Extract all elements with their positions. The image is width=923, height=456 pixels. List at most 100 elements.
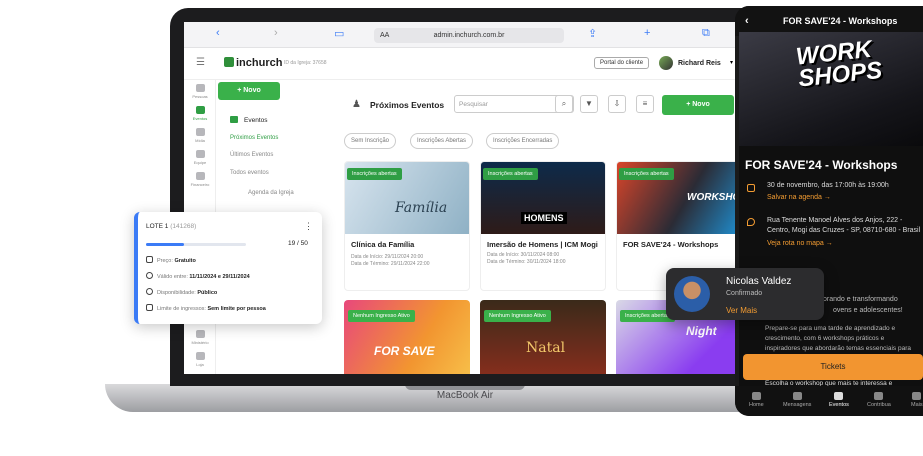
description-line: inspiradores que abordarão temas essenci… [765, 345, 911, 352]
event-thumbnail: Inscrições abertas HOMENS [481, 162, 605, 234]
thumb-text: Natal [526, 340, 566, 356]
batch-progress-bar [146, 243, 246, 246]
see-more-link[interactable]: Ver Mais [726, 306, 757, 315]
home-icon [751, 392, 761, 400]
browser-toolbar: ‹ › ▭ AA admin.inchurch.com.br ⇪ + ⧉ [184, 22, 756, 48]
tab-events[interactable]: Eventos [829, 392, 849, 408]
attendee-popup: Nicolas Valdez Confirmado Ver Mais [666, 268, 824, 320]
download-icon[interactable]: ⇩ [608, 95, 626, 113]
avatar[interactable] [659, 56, 673, 70]
rail-financeiro[interactable]: Financeiro [184, 172, 216, 187]
main-new-button[interactable]: + Novo [662, 95, 734, 115]
rail-equipe[interactable]: Equipe [184, 150, 216, 165]
tab-contribua[interactable]: Contribua [867, 392, 891, 408]
back-icon[interactable]: ‹ [216, 27, 220, 39]
avatar [674, 276, 710, 312]
start-date: Data de Início: 29/11/2024 20:00 [351, 254, 424, 260]
thumb-text: Night [686, 324, 717, 338]
book-icon[interactable]: ▭ [334, 27, 344, 40]
event-card[interactable]: Inscrições abertas Família Clínica da Fa… [344, 161, 470, 291]
tickets-button[interactable]: Tickets [743, 354, 923, 380]
address-bar[interactable]: AA admin.inchurch.com.br [374, 28, 564, 43]
ticket-batch-card: LOTE 1 (141268) ⋮ 19 / 50 Preço: Gratuit… [134, 212, 322, 324]
team-icon [195, 150, 205, 158]
thumb-text: FOR SAVE [374, 344, 435, 358]
tabs-icon[interactable]: ⧉ [702, 27, 710, 40]
inchurch-logo: inchurch [224, 57, 282, 69]
event-banner: WORK SHOPS [739, 32, 923, 146]
event-date: 30 de novembro, das 17:00h às 19:00h [767, 182, 889, 189]
thumb-text: Família [395, 200, 448, 216]
tab-home[interactable]: Home [749, 392, 764, 408]
menu-eventos[interactable]: Eventos [230, 116, 268, 124]
location-icon [747, 218, 755, 226]
list-icon[interactable]: ≡ [636, 95, 654, 113]
hamburger-icon[interactable]: ☰ [196, 57, 205, 68]
chip-inscricoes-encerradas[interactable]: Inscrições Encerradas [486, 133, 560, 149]
laptop-model-label: MacBook Air [436, 390, 494, 401]
store-icon [195, 352, 205, 360]
rail-eventos[interactable]: Eventos [184, 106, 216, 121]
batch-count: 19 / 50 [288, 240, 308, 247]
menu-proximos[interactable]: Próximos Eventos [230, 135, 278, 141]
start-date: Data de Início: 30/11/2024 08:00 [487, 252, 560, 258]
filter-icon[interactable]: ▼ [580, 95, 598, 113]
rail-midia[interactable]: Mídia [184, 128, 216, 143]
church-id: ID da Igreja: 37658 [284, 60, 327, 66]
calendar-icon [747, 184, 755, 192]
more-icon[interactable]: ⋮ [304, 221, 313, 232]
chevron-down-icon[interactable]: ▾ [730, 59, 733, 66]
description-line: Prepare-se para uma tarde de aprendizado… [765, 325, 896, 332]
people-icon [195, 84, 205, 92]
status-badge: Nenhum Ingresso Ativo [484, 310, 551, 322]
back-arrow-icon[interactable]: ‹ [745, 15, 749, 27]
menu-agenda[interactable]: Agenda da Igreja [248, 190, 294, 196]
availability-row: Disponibilidade: Público [146, 288, 217, 296]
map-link[interactable]: Veja rota no mapa → [767, 240, 833, 247]
more-icon [912, 392, 922, 400]
reader-aa[interactable]: AA [380, 28, 389, 43]
search-icon[interactable]: ⌕ [555, 95, 573, 113]
menu-ultimos[interactable]: Últimos Eventos [230, 152, 273, 158]
user-name[interactable]: Richard Reis [678, 60, 721, 67]
ministry-icon [195, 330, 205, 338]
phone-app: ‹ FOR SAVE'24 - Workshops WORK SHOPS FOR… [735, 6, 923, 416]
card-title: FOR SAVE'24 - Workshops [623, 240, 719, 249]
batch-title: LOTE 1 (141268) [146, 223, 197, 230]
rail-pessoas[interactable]: Pessoas [184, 84, 216, 99]
status-badge: Inscrições abertas [619, 168, 674, 180]
portal-button[interactable]: Portal do cliente [594, 57, 650, 69]
event-card[interactable]: Nenhum Ingresso Ativo Natal [480, 300, 606, 374]
share-icon[interactable]: ⇪ [588, 27, 597, 40]
heart-icon [874, 392, 884, 400]
calendar-icon [195, 106, 205, 114]
event-thumbnail: Inscrições abertas Família [345, 162, 469, 234]
thumb-text: HOMENS [521, 212, 567, 224]
phone-header-title: FOR SAVE'24 - Workshops [783, 16, 898, 26]
chip-sem-inscricao[interactable]: Sem Inscrição [344, 133, 397, 149]
menu-todos[interactable]: Todos eventos [230, 170, 269, 176]
event-card[interactable]: Nenhum Ingresso Ativo FOR SAVE [344, 300, 470, 374]
events-icon [230, 116, 238, 123]
chip-inscricoes-abertas[interactable]: Inscrições Abertas [410, 133, 474, 149]
end-date: Data de Término: 29/11/2024 22:00 [351, 261, 430, 267]
forward-icon[interactable]: › [274, 27, 278, 39]
event-title: FOR SAVE'24 - Workshops [745, 158, 898, 172]
price-icon [146, 256, 153, 263]
side-new-button[interactable]: + Novo [218, 82, 280, 100]
tab-messages[interactable]: Mensagens [783, 392, 811, 408]
event-card[interactable]: Inscrições abertas HOMENS Imersão de Hom… [480, 161, 606, 291]
rail-ministerio[interactable]: Ministério [184, 330, 216, 345]
save-calendar-link[interactable]: Salvar na agenda → [767, 194, 831, 201]
event-thumbnail: Inscrições abertas WORKSHOPS [617, 162, 741, 234]
tab-more[interactable]: Mais [911, 392, 923, 408]
globe-icon [146, 288, 153, 295]
end-date: Data de Término: 30/11/2024 18:00 [487, 259, 566, 265]
events-icon [834, 392, 844, 400]
price-row: Preço: Gratuito [146, 256, 196, 264]
limit-row: Limite de ingressos: Sem limite por pess… [146, 304, 266, 312]
rail-loja[interactable]: Loja [184, 352, 216, 367]
new-tab-icon[interactable]: + [644, 27, 650, 39]
media-icon [195, 128, 205, 136]
status-badge: Inscrições abertas [483, 168, 538, 180]
